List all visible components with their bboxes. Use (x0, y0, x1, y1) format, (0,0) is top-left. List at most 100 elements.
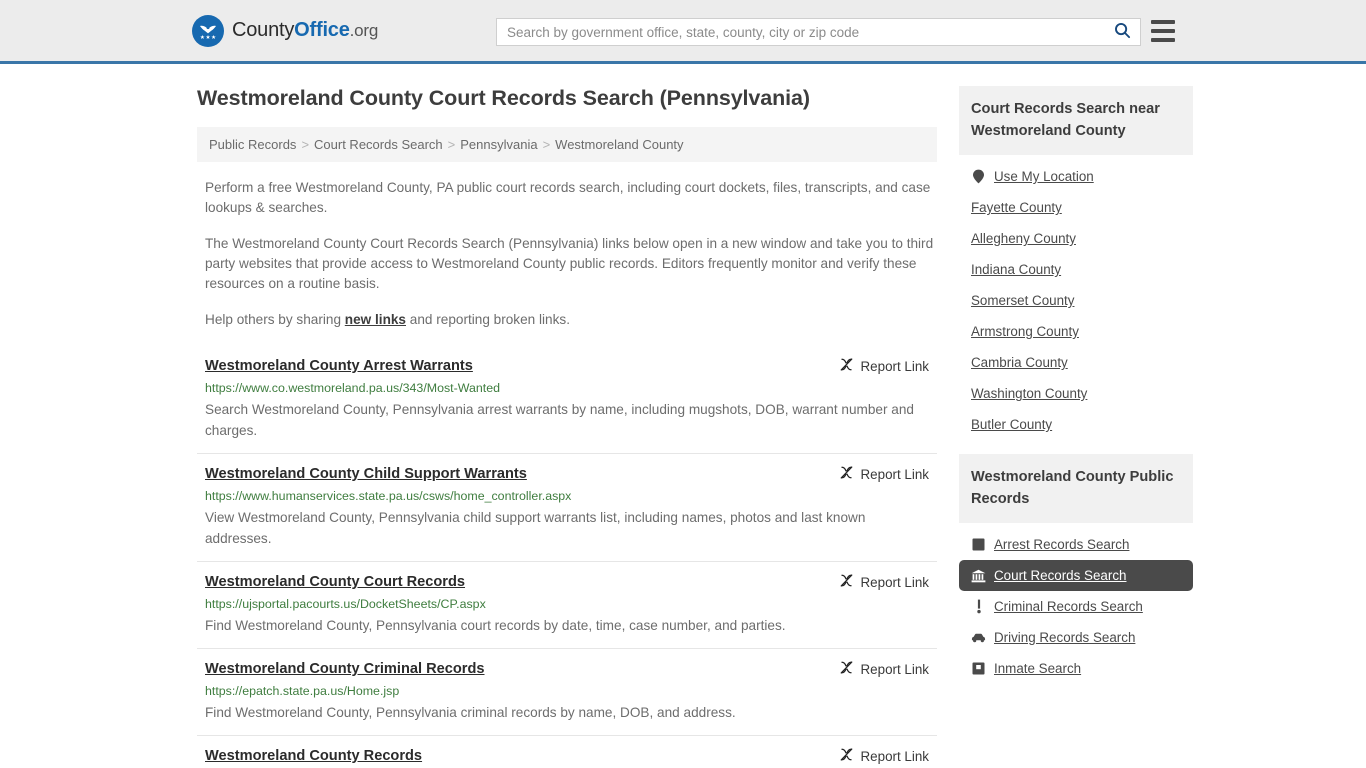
result-url[interactable]: https://www.humanservices.state.pa.us/cs… (205, 488, 929, 504)
public-records-item-label: Driving Records Search (994, 630, 1136, 645)
breadcrumb: Public Records > Court Records Search > Penn… (197, 127, 937, 162)
nearby-panel-heading: Court Records Search near Westmoreland C… (959, 86, 1193, 155)
result-item: Westmoreland County Arrest Warrants Repor… (197, 346, 937, 454)
broken-link-icon (839, 747, 854, 765)
public-records-list: Arrest Records Search Court Records Searc… (959, 523, 1193, 684)
nearby-item-label: Washington County (971, 386, 1088, 401)
intro-section: Perform a free Westmoreland County, PA p… (197, 178, 937, 330)
intro-p3-before: Help others by sharing (205, 312, 345, 327)
report-link-button[interactable]: Report Link (839, 572, 929, 591)
eagle-stars-logo-icon (192, 14, 224, 47)
nearby-item-label: Use My Location (994, 169, 1094, 184)
search-button[interactable] (1104, 19, 1140, 45)
broken-link-icon (839, 357, 854, 375)
inmate-icon (971, 661, 986, 676)
result-header: Westmoreland County Arrest Warrants Repor… (205, 356, 929, 376)
intro-paragraph-1: Perform a free Westmoreland County, PA p… (205, 180, 931, 215)
result-item: Westmoreland County Child Support Warran… (197, 454, 937, 562)
breadcrumb-separator: > (542, 137, 551, 152)
search-icon (1114, 22, 1131, 42)
hamburger-bar (1151, 20, 1175, 24)
nearby-item-use-my-location[interactable]: Use My Location (959, 161, 1193, 192)
nearby-item-washington-county[interactable]: Washington County (959, 378, 1193, 409)
nearby-item-label: Fayette County (971, 200, 1062, 215)
result-title-link[interactable]: Westmoreland County Court Records (205, 572, 465, 592)
site-logo[interactable]: CountyOffice.org (192, 14, 378, 47)
report-link-label: Report Link (860, 574, 929, 590)
public-records-item-criminal-records-search[interactable]: Criminal Records Search (959, 591, 1193, 622)
nearby-item-label: Indiana County (971, 262, 1062, 277)
public-records-item-court-records-search[interactable]: Court Records Search (959, 560, 1193, 591)
report-link-label: Report Link (860, 748, 929, 764)
result-header: Westmoreland County Criminal Records Repo… (205, 659, 929, 679)
result-title-link[interactable]: Westmoreland County Child Support Warran… (205, 464, 527, 484)
breadcrumb-item-court-records-search[interactable]: Court Records Search (314, 137, 443, 152)
result-item: Westmoreland County Court Records Report … (197, 562, 937, 649)
hamburger-menu-icon[interactable] (1151, 20, 1175, 42)
result-url[interactable]: https://www.co.westmoreland.pa.us/343/Mo… (205, 380, 929, 396)
breadcrumb-item-pennsylvania[interactable]: Pennsylvania (460, 137, 537, 152)
public-records-item-arrest-records-search[interactable]: Arrest Records Search (959, 529, 1193, 560)
nearby-item-butler-county[interactable]: Butler County (959, 409, 1193, 440)
nearby-item-somerset-county[interactable]: Somerset County (959, 285, 1193, 316)
nearby-item-fayette-county[interactable]: Fayette County (959, 192, 1193, 223)
result-url[interactable]: https://epatch.state.pa.us/Home.jsp (205, 683, 929, 699)
exclamation-icon (971, 599, 986, 614)
public-records-item-driving-records-search[interactable]: Driving Records Search (959, 622, 1193, 653)
report-link-label: Report Link (860, 661, 929, 677)
result-description: Search Westmoreland County, Pennsylvania… (205, 402, 914, 438)
result-title-link[interactable]: Westmoreland County Criminal Records (205, 659, 485, 679)
results-list: Westmoreland County Arrest Warrants Repor… (197, 346, 937, 768)
broken-link-icon (839, 465, 854, 483)
public-records-item-inmate-search[interactable]: Inmate Search (959, 653, 1193, 684)
main-content: Westmoreland County Court Records Search… (197, 64, 937, 768)
breadcrumb-item-public-records[interactable]: Public Records (209, 137, 296, 152)
broken-link-icon (839, 573, 854, 591)
result-item: Westmoreland County Records Report Link (197, 736, 937, 768)
map-pin-icon (971, 169, 986, 184)
intro-paragraph-2: The Westmoreland County Court Records Se… (205, 236, 934, 291)
result-title-link[interactable]: Westmoreland County Records (205, 746, 422, 766)
search-input[interactable] (497, 19, 1104, 45)
report-link-button[interactable]: Report Link (839, 746, 929, 765)
brand-part-org: .org (349, 21, 379, 40)
result-url[interactable]: https://ujsportal.pacourts.us/DocketShee… (205, 596, 929, 612)
result-description: Find Westmoreland County, Pennsylvania c… (205, 705, 736, 720)
brand-part-office: Office (294, 19, 350, 41)
hamburger-bar (1151, 38, 1175, 42)
intro-p3-after: and reporting broken links. (406, 312, 570, 327)
result-header: Westmoreland County Child Support Warran… (205, 464, 929, 484)
new-links-link[interactable]: new links (345, 312, 406, 327)
car-icon (971, 630, 986, 645)
sidebar: Court Records Search near Westmoreland C… (959, 64, 1193, 698)
nearby-item-indiana-county[interactable]: Indiana County (959, 254, 1193, 285)
public-records-item-label: Criminal Records Search (994, 599, 1143, 614)
nearby-item-label: Armstrong County (971, 324, 1079, 339)
courthouse-icon (971, 568, 986, 583)
nearby-item-allegheny-county[interactable]: Allegheny County (959, 223, 1193, 254)
nearby-item-label: Allegheny County (971, 231, 1076, 246)
result-item: Westmoreland County Criminal Records Repo… (197, 649, 937, 736)
nearby-item-armstrong-county[interactable]: Armstrong County (959, 316, 1193, 347)
report-link-button[interactable]: Report Link (839, 464, 929, 483)
breadcrumb-item-westmoreland-county[interactable]: Westmoreland County (555, 137, 683, 152)
fingerprint-square-icon (971, 537, 986, 552)
public-records-item-label: Court Records Search (994, 568, 1127, 583)
nearby-list: Use My Location Fayette County Allegheny C… (959, 155, 1193, 440)
breadcrumb-separator: > (447, 137, 456, 152)
nearby-item-label: Cambria County (971, 355, 1068, 370)
public-records-panel-heading: Westmoreland County Public Records (959, 454, 1193, 523)
site-logo-text: CountyOffice.org (232, 19, 378, 42)
broken-link-icon (839, 660, 854, 678)
result-title-link[interactable]: Westmoreland County Arrest Warrants (205, 356, 473, 376)
page-title: Westmoreland County Court Records Search… (197, 86, 810, 110)
result-description: View Westmoreland County, Pennsylvania c… (205, 510, 866, 546)
result-header: Westmoreland County Records Report Link (205, 746, 929, 766)
hamburger-bar (1151, 29, 1175, 33)
intro-paragraph-3: Help others by sharing new links and rep… (197, 310, 937, 330)
report-link-button[interactable]: Report Link (839, 659, 929, 678)
public-records-item-label: Arrest Records Search (994, 537, 1130, 552)
nearby-item-label: Butler County (971, 417, 1053, 432)
nearby-item-cambria-county[interactable]: Cambria County (959, 347, 1193, 378)
report-link-button[interactable]: Report Link (839, 356, 929, 375)
